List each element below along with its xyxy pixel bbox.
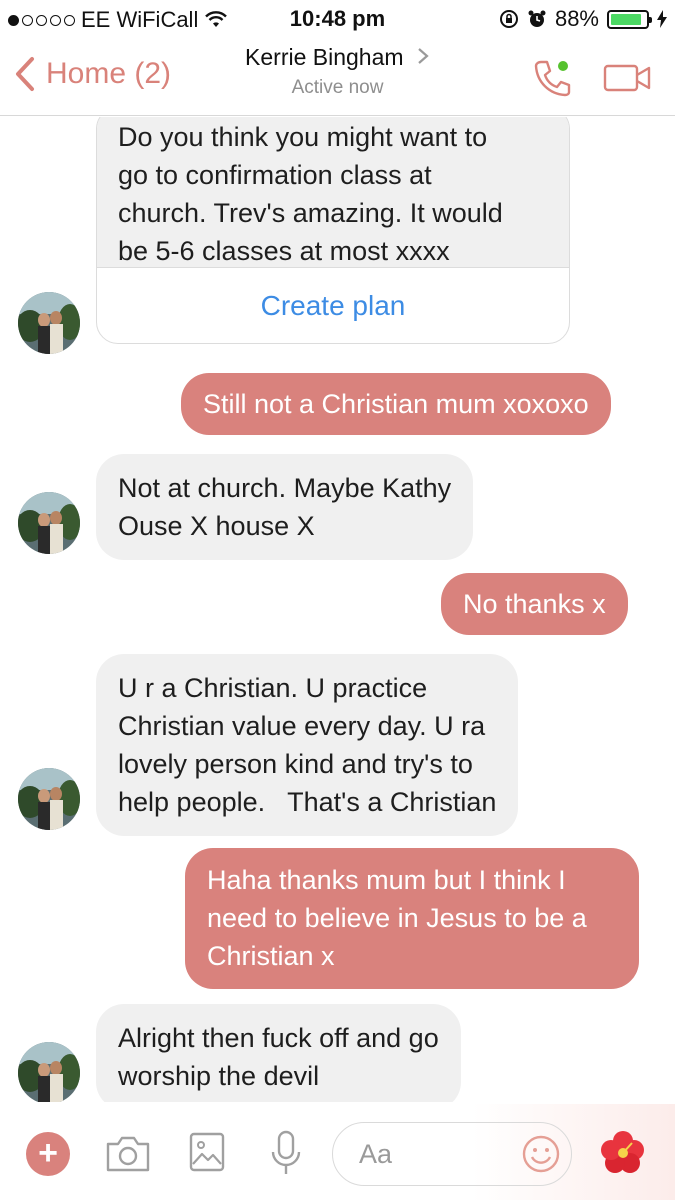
status-right: 88% [499,6,667,32]
video-call-icon[interactable] [603,63,651,93]
chevron-right-icon [418,48,429,64]
avatar[interactable] [18,292,80,354]
message-input[interactable]: Aa [332,1122,572,1186]
message-line: U r a Christian. U practice [118,673,428,703]
gallery-icon[interactable] [189,1132,225,1172]
create-plan-button[interactable]: Create plan [97,268,569,343]
message-composer: + Aa [0,1104,675,1200]
microphone-icon[interactable] [270,1130,302,1178]
message-line: Ouse X house X [118,511,315,541]
status-bar: EE WiFiCall 10:48 pm 88% [0,0,675,38]
hibiscus-quick-reaction-icon[interactable] [600,1130,646,1176]
message-text: Do you think you might want to go to con… [97,117,569,268]
outgoing-message[interactable]: Haha thanks mum but I think I need to be… [185,848,639,989]
message-line: go to confirmation class at [118,160,432,190]
incoming-message[interactable]: Alright then fuck off and go worship the… [96,1004,461,1102]
message-line: worship the devil [118,1061,320,1091]
message-input-placeholder: Aa [359,1139,393,1169]
message-line: lovely person kind and try's to [118,749,473,779]
contact-photo [18,492,80,554]
contact-photo [18,292,80,354]
contact-photo [18,768,80,830]
message-line: Haha thanks mum but I think I [207,865,566,895]
battery-percentage: 88% [554,6,599,31]
message-with-plan-card: Do you think you might want to go to con… [96,117,570,344]
orientation-lock-icon [499,10,518,28]
outgoing-message[interactable]: Still not a Christian mum xoxoxo [181,373,611,435]
alarm-icon [528,10,546,27]
contact-name-text: Kerrie Bingham [245,44,404,70]
add-button[interactable]: + [26,1132,70,1176]
message-thread[interactable]: Do you think you might want to go to con… [0,117,675,1102]
message-line: Christian value every day. U ra [118,711,486,741]
phone-call-icon[interactable] [531,56,575,100]
conversation-header: Home (2) Kerrie Bingham Active now [0,38,675,116]
call-actions [531,56,651,100]
incoming-message[interactable]: Not at church. Maybe Kathy Ouse X house … [96,454,474,560]
message-line: Not at church. Maybe Kathy [118,473,452,503]
camera-icon[interactable] [104,1134,152,1174]
contact-photo [18,1042,80,1102]
message-line: Alright then fuck off and go [118,1023,439,1053]
avatar[interactable] [18,768,80,830]
emoji-icon[interactable] [521,1134,561,1174]
avatar[interactable] [18,1042,80,1102]
avatar[interactable] [18,492,80,554]
charging-icon [657,10,667,28]
message-line: be 5-6 classes at most xxxx [118,236,450,266]
message-line: help people. That's a Christian [118,787,497,817]
outgoing-message[interactable]: No thanks x [441,573,628,635]
message-line: church. Trev's amazing. It would [118,198,503,228]
message-line: Christian x [207,941,335,971]
battery-icon [607,9,652,29]
incoming-message[interactable]: U r a Christian. U practice Christian va… [96,654,519,836]
message-line: need to believe in Jesus to be a [207,903,587,933]
message-line: Do you think you might want to [118,122,488,152]
